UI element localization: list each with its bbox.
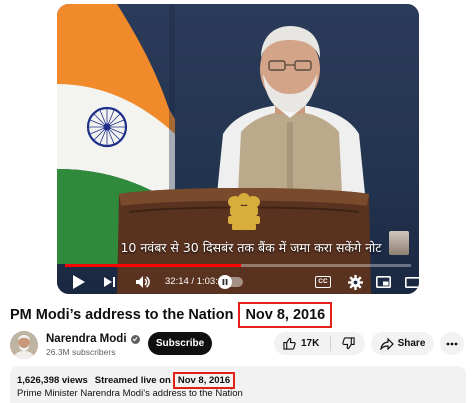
share-label: Share [397,338,426,349]
next-icon [103,277,115,287]
autoplay-toggle[interactable] [218,275,243,289]
video-player[interactable]: 10 नवंबर से 30 दिसबंर तक बैंक में जमा कर… [57,4,419,294]
play-button[interactable] [67,270,91,294]
avatar-image [10,331,38,359]
channel-avatar[interactable] [10,331,38,359]
volume-icon [135,276,150,288]
subscribe-button[interactable]: Subscribe [148,332,212,355]
dislike-button[interactable] [331,332,365,355]
player-controls: 32:14 / 1:03:0 CC [57,270,419,294]
more-actions-button[interactable] [440,332,464,355]
thumbs-up-icon [283,337,296,350]
theater-mode-icon [405,276,419,288]
progress-bar-played [65,264,242,267]
autoplay-knob [218,275,232,289]
channel-name-row[interactable]: Narendra Modi [46,333,140,345]
subtitles-button[interactable]: CC [311,270,335,294]
share-arrow-icon [379,337,394,350]
description-date-highlight: Nov 8, 2016 [172,372,236,389]
pause-icon [222,279,228,285]
thumbs-down-icon [341,337,355,350]
video-title-row: PM Modi’s address to the Nation Nov 8, 2… [10,301,333,329]
progress-bar[interactable] [65,264,411,267]
more-horizontal-icon [446,342,458,345]
theater-mode-button[interactable] [401,270,419,294]
like-button[interactable]: 17K [274,332,330,355]
description-meta: 1,626,398 views Streamed live on Nov 8, … [17,372,236,389]
video-title: PM Modi’s address to the Nation [10,307,234,323]
share-button[interactable]: Share [371,332,434,355]
description-box[interactable]: 1,626,398 views Streamed live on Nov 8, … [10,366,466,403]
streamed-live-label: Streamed live on [94,375,171,386]
miniplayer-icon [375,276,391,288]
like-count: 17K [301,338,320,349]
verified-check-icon [130,334,140,344]
channel-name[interactable]: Narendra Modi [46,333,127,345]
time-current: 32:14 [165,276,189,287]
view-count: 1,626,398 views [17,375,88,386]
title-date-highlight: Nov 8, 2016 [238,302,333,328]
sign-language-interpreter-inset [389,231,409,255]
next-button[interactable] [97,270,121,294]
time-readout: 32:14 / 1:03:0 [165,270,223,294]
settings-gear-icon [347,274,363,290]
settings-button[interactable] [343,270,367,294]
video-subtitle-caption: 10 नवंबर से 30 दिसबंर तक बैंक में जमा कर… [120,240,382,255]
play-icon [73,275,85,289]
description-text: Prime Minister Narendra Modi’s address t… [17,388,243,399]
miniplayer-button[interactable] [371,270,395,294]
subscriber-count: 26.3M subscribers [46,347,116,357]
volume-button[interactable] [130,270,154,294]
like-dislike-group: 17K [274,332,365,355]
subtitles-icon: CC [315,276,331,288]
